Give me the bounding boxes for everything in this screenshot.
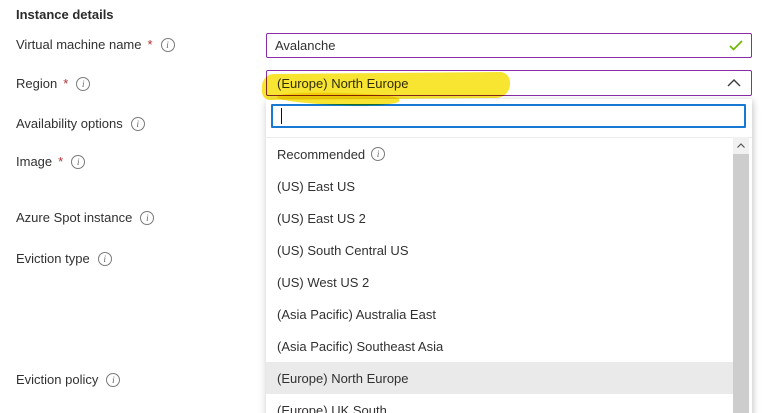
label-text: Image (16, 153, 52, 171)
region-option[interactable]: (Europe) UK South (266, 394, 733, 413)
region-option[interactable]: (US) East US (266, 170, 733, 202)
label-text: Eviction policy (16, 371, 98, 389)
vm-name-value: Avalanche (275, 38, 729, 53)
virtual-machine-name-input[interactable]: Avalanche (266, 33, 752, 58)
info-icon[interactable] (106, 373, 120, 387)
required-asterisk: * (58, 153, 63, 171)
label-eviction-type: Eviction type (16, 250, 112, 268)
label-text: Eviction type (16, 250, 90, 268)
region-option[interactable]: (Asia Pacific) Australia East (266, 298, 733, 330)
info-icon[interactable] (140, 211, 154, 225)
label-image: Image * (16, 153, 85, 171)
required-asterisk: * (148, 36, 153, 54)
chevron-up-icon (727, 79, 741, 87)
group-label: Recommended (277, 147, 365, 162)
label-text: Availability options (16, 115, 123, 133)
info-icon[interactable] (131, 117, 145, 131)
info-icon[interactable] (98, 252, 112, 266)
label-virtual-machine-name: Virtual machine name * (16, 36, 175, 54)
label-text: Azure Spot instance (16, 209, 132, 227)
region-options-list: Recommended (US) East US (US) East US 2 … (266, 137, 752, 413)
dropdown-scrollbar[interactable] (733, 137, 749, 413)
region-option-selected[interactable]: (Europe) North Europe (266, 362, 733, 394)
instance-details-form: Instance details Virtual machine name * R… (0, 0, 769, 413)
required-asterisk: * (63, 75, 68, 93)
region-selected-value: (Europe) North Europe (277, 76, 727, 91)
region-search-wrap (271, 104, 746, 128)
label-azure-spot-instance: Azure Spot instance (16, 209, 154, 227)
region-dropdown-flyout: Recommended (US) East US (US) East US 2 … (266, 99, 752, 413)
info-icon[interactable] (371, 147, 385, 161)
scrollbar-thumb[interactable] (733, 154, 749, 413)
region-option[interactable]: (US) South Central US (266, 234, 733, 266)
label-text: Region (16, 75, 57, 93)
region-search-input[interactable] (271, 104, 746, 128)
info-icon[interactable] (76, 77, 90, 91)
label-region: Region * (16, 75, 90, 93)
section-title: Instance details (16, 7, 114, 22)
text-caret (281, 108, 282, 124)
region-option[interactable]: (Asia Pacific) Southeast Asia (266, 330, 733, 362)
scroll-up-arrow-icon (737, 143, 745, 148)
label-text: Virtual machine name (16, 36, 142, 54)
region-option[interactable]: (US) West US 2 (266, 266, 733, 298)
region-select[interactable]: (Europe) North Europe (266, 70, 752, 96)
info-icon[interactable] (161, 38, 175, 52)
valid-check-icon (729, 40, 743, 51)
info-icon[interactable] (71, 155, 85, 169)
region-option[interactable]: (US) East US 2 (266, 202, 733, 234)
label-availability-options: Availability options (16, 115, 145, 133)
label-eviction-policy: Eviction policy (16, 371, 120, 389)
scroll-up-button[interactable] (733, 137, 749, 154)
dropdown-group-recommended: Recommended (266, 138, 733, 170)
